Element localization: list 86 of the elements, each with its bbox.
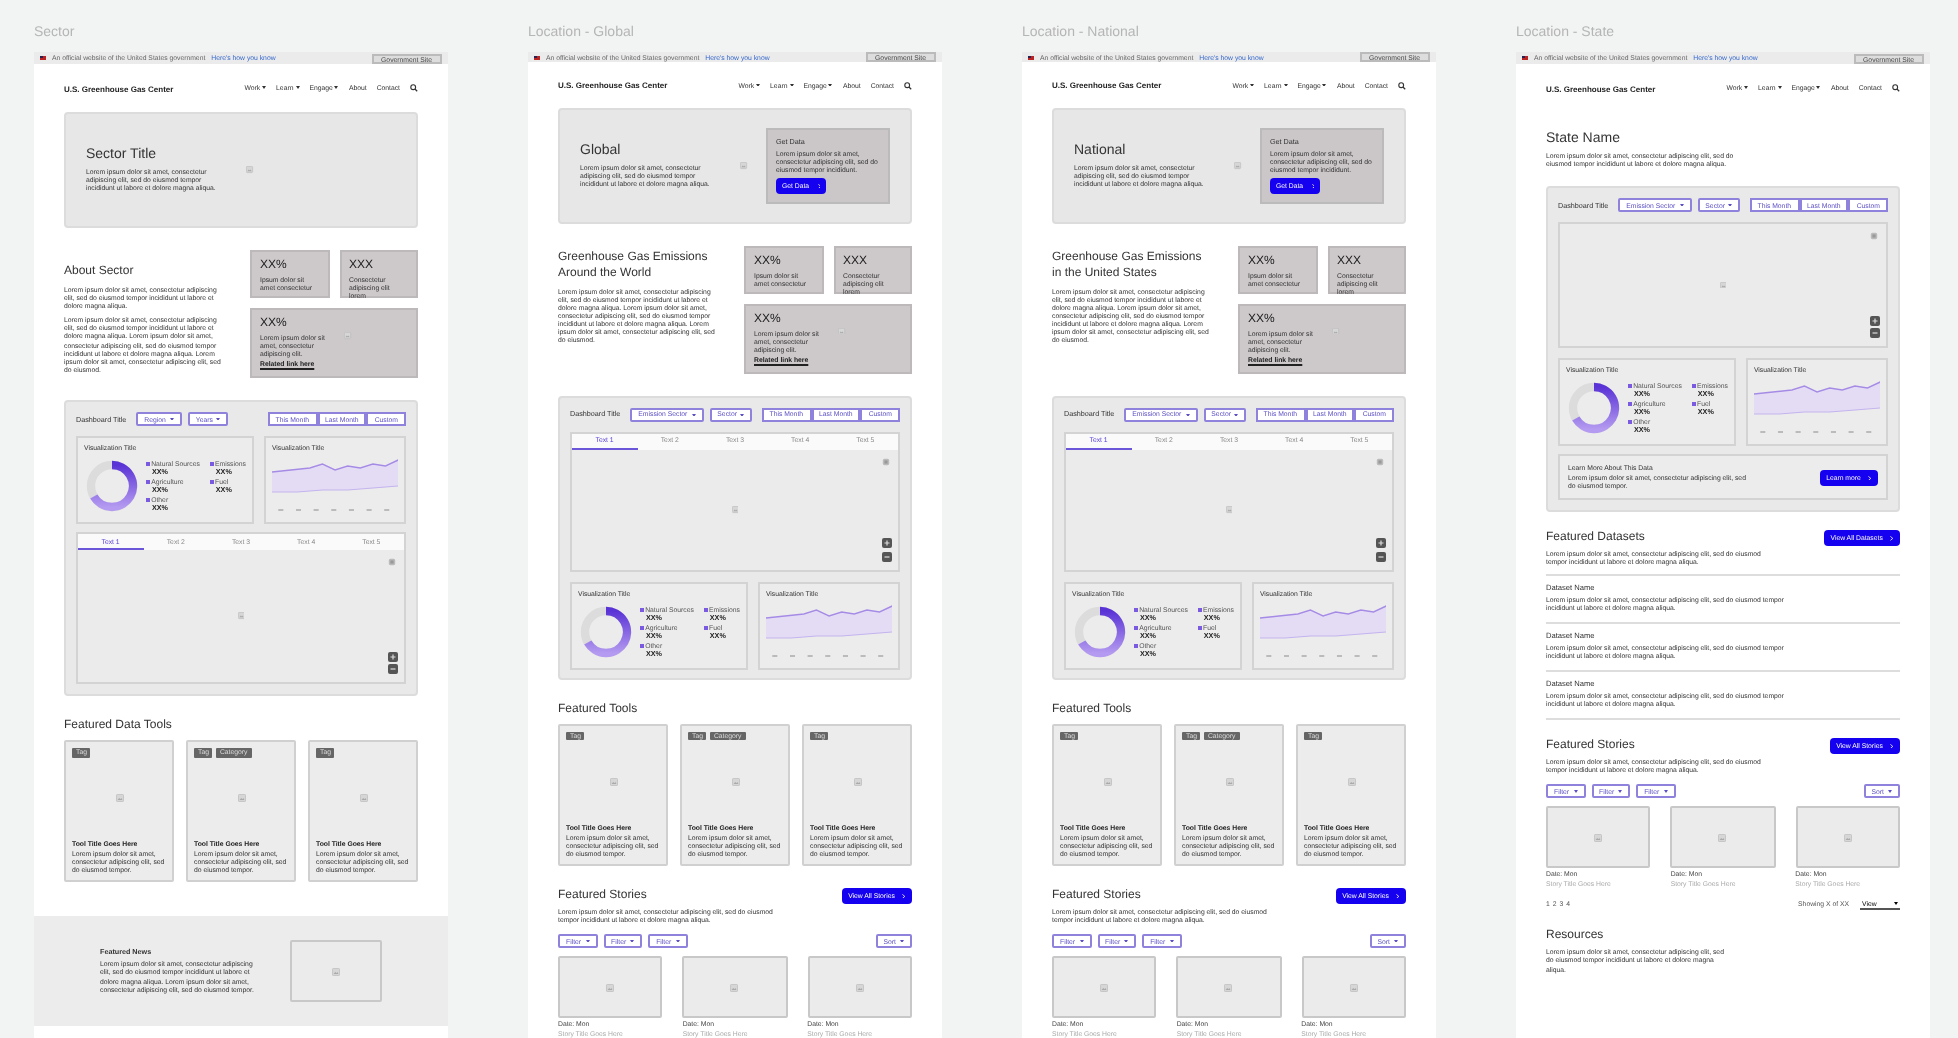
caret-icon <box>1322 83 1327 87</box>
image-icon <box>1719 281 1727 289</box>
caret-icon <box>740 413 745 417</box>
minus-icon <box>1872 330 1878 337</box>
search-icon[interactable] <box>410 84 418 92</box>
caret-icon <box>1744 86 1749 90</box>
caret-icon <box>1234 413 1239 417</box>
image-icon <box>1349 983 1358 991</box>
zoom-in-button[interactable] <box>882 538 892 549</box>
caret-icon <box>169 417 174 421</box>
search-icon[interactable] <box>904 81 912 90</box>
line-chart-drawing <box>271 456 398 516</box>
caret-icon <box>789 83 794 87</box>
caret-icon <box>1663 790 1668 794</box>
donut-chart-drawing <box>1566 380 1622 437</box>
image-icon <box>1100 983 1109 991</box>
flag-icon <box>534 55 540 60</box>
zoom-out-button[interactable] <box>882 551 892 562</box>
image-icon <box>115 794 123 803</box>
caret-icon <box>630 939 635 943</box>
caret-icon <box>1618 790 1623 794</box>
image-icon <box>332 967 340 975</box>
plus-icon <box>1872 317 1878 324</box>
donut-chart-drawing <box>578 603 634 660</box>
image-icon <box>1347 777 1355 786</box>
caret-icon <box>675 939 680 943</box>
minus-icon <box>1378 553 1384 560</box>
flag-icon <box>1028 55 1034 60</box>
caret-icon <box>1894 902 1898 906</box>
zoom-in-button[interactable] <box>388 651 398 661</box>
caret-icon <box>1079 939 1084 943</box>
image-icon <box>1843 833 1852 842</box>
caret-icon <box>1728 203 1733 207</box>
search-icon[interactable] <box>1398 81 1406 90</box>
zoom-in-button[interactable] <box>1376 538 1386 549</box>
image-icon <box>609 777 617 786</box>
caret-icon <box>1283 83 1288 87</box>
caret-icon <box>295 86 300 90</box>
line-chart-drawing <box>765 601 892 662</box>
plus-icon <box>390 653 396 659</box>
caret-icon <box>1679 203 1684 207</box>
image-icon <box>237 794 245 803</box>
plus-icon <box>1378 540 1384 547</box>
caret-icon <box>1816 86 1821 90</box>
caret-icon <box>1888 790 1892 794</box>
line-chart-drawing <box>1259 601 1386 662</box>
image-icon <box>606 983 615 991</box>
zoom-out-button[interactable] <box>388 664 398 674</box>
caret-icon <box>1777 86 1782 90</box>
donut-chart-drawing <box>1072 603 1128 660</box>
image-icon <box>855 983 864 991</box>
caret-icon <box>756 83 761 87</box>
image-icon <box>1225 777 1233 786</box>
donut-chart-drawing <box>84 458 140 514</box>
image-icon <box>237 612 245 620</box>
caret-icon <box>216 417 221 421</box>
image-icon <box>1103 777 1111 786</box>
image-icon <box>1594 833 1603 842</box>
zoom-out-button[interactable] <box>1376 551 1386 562</box>
image-icon <box>1224 983 1233 991</box>
caret-icon <box>585 939 590 943</box>
zoom-out-button[interactable] <box>1870 328 1880 339</box>
minus-icon <box>884 553 890 560</box>
image-icon <box>359 794 367 803</box>
caret-icon <box>691 413 696 417</box>
image-icon <box>853 777 861 786</box>
search-icon[interactable] <box>1892 84 1900 92</box>
caret-icon <box>1185 413 1190 417</box>
caret-icon <box>1573 790 1578 794</box>
image-icon <box>730 983 739 991</box>
image-icon <box>1225 506 1233 514</box>
caret-icon <box>1169 939 1174 943</box>
plus-icon <box>884 540 890 547</box>
image-icon <box>731 506 739 514</box>
caret-icon <box>900 939 904 943</box>
caret-icon <box>1124 939 1129 943</box>
image-icon <box>1718 833 1727 842</box>
zoom-in-button[interactable] <box>1870 315 1880 326</box>
caret-icon <box>334 86 339 90</box>
line-chart-drawing <box>1753 378 1880 439</box>
caret-icon <box>1250 83 1255 87</box>
caret-icon <box>1394 939 1398 943</box>
caret-icon <box>262 86 267 90</box>
caret-icon <box>828 83 833 87</box>
image-icon <box>731 777 739 786</box>
minus-icon <box>390 666 396 672</box>
